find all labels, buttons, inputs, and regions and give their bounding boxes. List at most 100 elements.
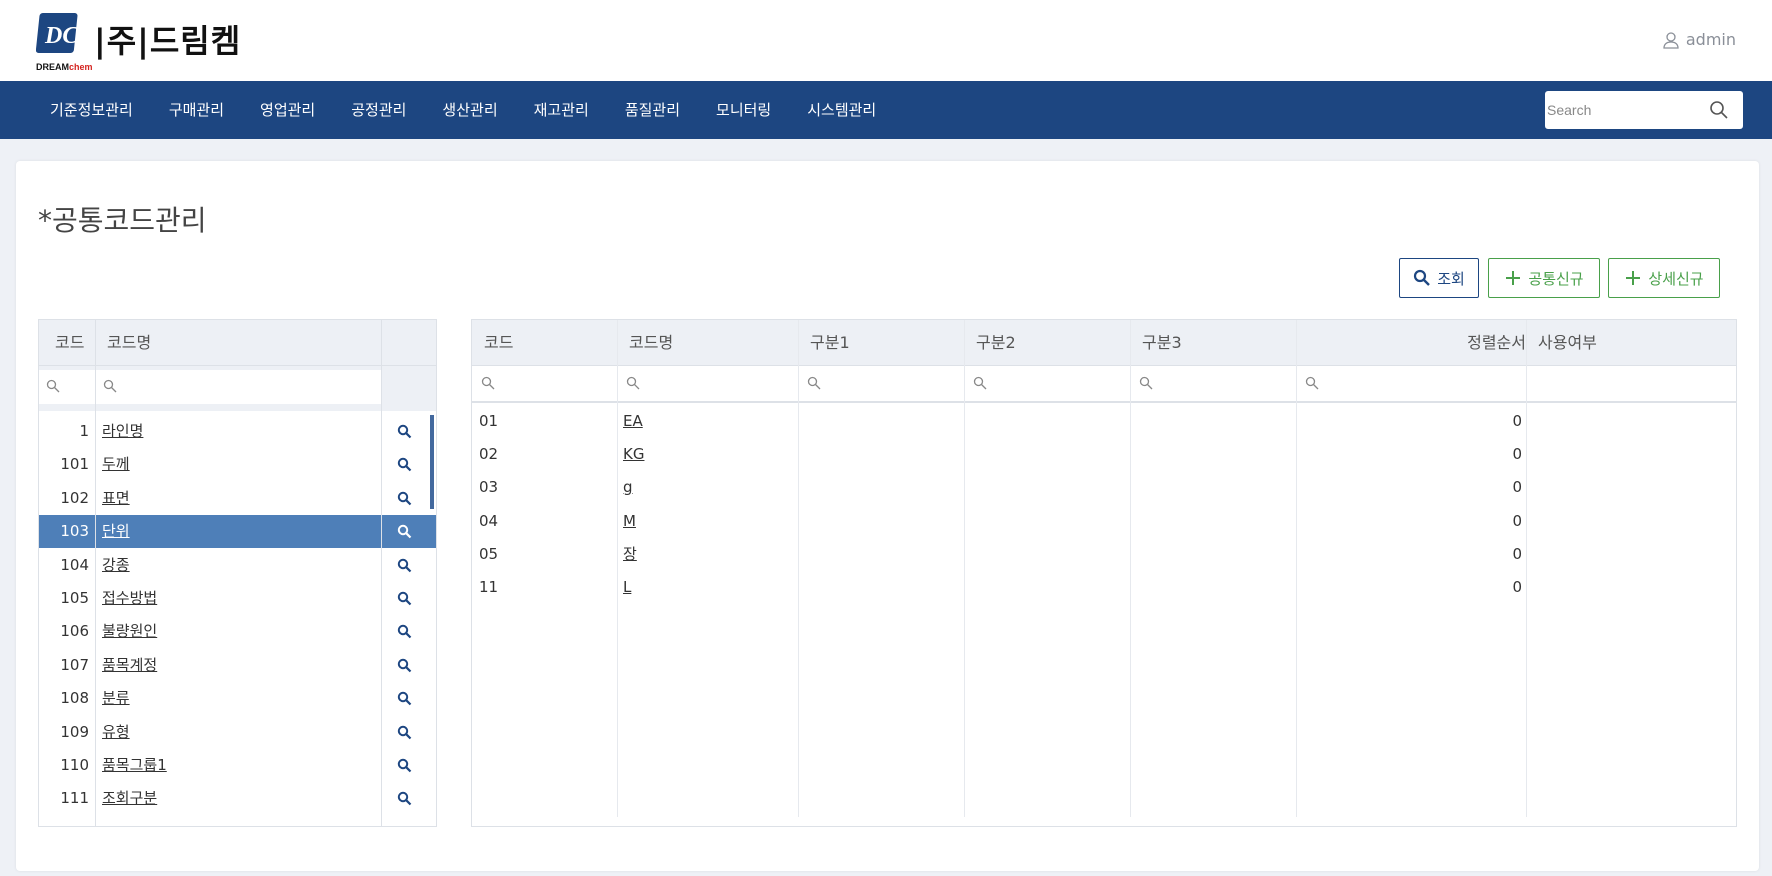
table-row[interactable]: 103 단위 xyxy=(39,515,436,549)
svg-text:DC: DC xyxy=(44,23,79,49)
row-name-link[interactable]: 표면 xyxy=(102,482,130,515)
row-name-link[interactable]: L xyxy=(623,571,631,604)
nav-item[interactable]: 기준정보관리 xyxy=(32,81,151,139)
row-name-link[interactable]: 장 xyxy=(623,538,637,571)
column-header-code[interactable]: 코드 xyxy=(55,320,84,366)
column-header-div1[interactable]: 구분1 xyxy=(810,320,850,366)
common-code-new-button[interactable]: 공통신규 xyxy=(1488,258,1600,298)
user-name: admin xyxy=(1685,30,1736,49)
table-row[interactable]: 110 품목그룹1 xyxy=(39,749,436,782)
row-sort-order: 0 xyxy=(1512,544,1522,563)
logo-subtext-chem: chem xyxy=(69,62,93,72)
row-search-icon[interactable] xyxy=(397,491,412,506)
filter-search-icon[interactable] xyxy=(1139,376,1153,390)
row-search-icon[interactable] xyxy=(397,558,412,573)
table-row[interactable]: 01 EA 0 xyxy=(472,405,1736,438)
plus-icon xyxy=(1626,271,1641,285)
plus-icon xyxy=(1506,271,1521,285)
nav-item[interactable]: 공정관리 xyxy=(333,81,424,139)
row-name-link[interactable]: 품목그룹1 xyxy=(102,749,167,782)
row-name-link[interactable]: 강종 xyxy=(102,549,130,582)
nav-item[interactable]: 영업관리 xyxy=(242,81,333,139)
nav-item[interactable]: 생산관리 xyxy=(424,81,515,139)
row-name-link[interactable]: KG xyxy=(623,438,644,471)
row-code: 107 xyxy=(60,655,89,674)
search-icon xyxy=(1414,269,1431,286)
row-name-link[interactable]: g xyxy=(623,471,633,504)
detail-code-new-button[interactable]: 상세신규 xyxy=(1608,258,1720,298)
search-input[interactable] xyxy=(1545,91,1705,129)
row-name-link[interactable]: 유형 xyxy=(102,716,130,749)
row-search-icon[interactable] xyxy=(397,624,412,639)
row-search-icon[interactable] xyxy=(397,725,412,740)
table-row[interactable]: 104 강종 xyxy=(39,549,436,582)
search-button[interactable]: 조회 xyxy=(1399,258,1479,298)
row-name-link[interactable]: 불량원인 xyxy=(102,615,157,648)
filter-code-input[interactable] xyxy=(39,370,95,404)
nav-item[interactable]: 모니터링 xyxy=(698,81,789,139)
row-sort-order: 0 xyxy=(1512,478,1522,497)
column-header-use[interactable]: 사용여부 xyxy=(1538,320,1597,366)
table-row[interactable]: 105 접수방법 xyxy=(39,582,436,615)
row-name-link[interactable]: 단위 xyxy=(102,515,130,548)
row-code: 104 xyxy=(60,555,89,574)
column-divider xyxy=(1130,320,1131,817)
row-search-icon[interactable] xyxy=(397,758,412,773)
row-search-icon[interactable] xyxy=(397,691,412,706)
nav-item[interactable]: 시스템관리 xyxy=(789,81,894,139)
row-name-link[interactable]: 라인명 xyxy=(102,415,143,448)
table-row[interactable]: 1 라인명 xyxy=(39,415,436,448)
row-name-link[interactable]: 접수방법 xyxy=(102,582,157,615)
row-search-icon[interactable] xyxy=(397,791,412,806)
row-search-icon[interactable] xyxy=(397,457,412,472)
table-row[interactable]: 111 조회구분 xyxy=(39,782,436,815)
row-name-link[interactable]: 두께 xyxy=(102,448,130,481)
row-name-link[interactable]: 분류 xyxy=(102,682,130,715)
table-row[interactable]: 102 표면 xyxy=(39,482,436,515)
company-logo[interactable]: DC |주|드림켐 DREAMchem xyxy=(36,10,240,74)
row-code: 103 xyxy=(60,522,89,541)
row-search-icon[interactable] xyxy=(397,524,412,539)
column-header-sort[interactable]: 정렬순서 xyxy=(1308,320,1526,366)
nav-item[interactable]: 재고관리 xyxy=(516,81,607,139)
filter-search-icon[interactable] xyxy=(481,376,495,390)
row-code: 108 xyxy=(60,689,89,708)
table-row[interactable]: 02 KG 0 xyxy=(472,438,1736,471)
row-search-icon[interactable] xyxy=(397,658,412,673)
filter-search-icon[interactable] xyxy=(626,376,640,390)
user-menu[interactable]: admin xyxy=(1662,30,1736,49)
row-name-link[interactable]: EA xyxy=(623,405,643,438)
filter-search-icon xyxy=(46,379,60,393)
grid-scrollbar[interactable] xyxy=(430,415,434,509)
table-row[interactable]: 108 분류 xyxy=(39,682,436,715)
search-icon[interactable] xyxy=(1709,100,1729,120)
column-header-name[interactable]: 코드명 xyxy=(107,320,151,366)
table-row[interactable]: 101 두께 xyxy=(39,448,436,481)
filter-search-icon[interactable] xyxy=(1305,376,1319,390)
row-sort-order: 0 xyxy=(1512,412,1522,430)
table-row[interactable]: 107 품목계정 xyxy=(39,649,436,682)
row-search-icon[interactable] xyxy=(397,424,412,439)
column-header-name[interactable]: 코드명 xyxy=(629,320,673,366)
column-header-div3[interactable]: 구분3 xyxy=(1142,320,1182,366)
row-name-link[interactable]: M xyxy=(623,505,636,538)
table-row[interactable]: 04 M 0 xyxy=(472,505,1736,538)
row-name-link[interactable]: 조회구분 xyxy=(102,782,157,815)
filter-name-input[interactable] xyxy=(96,370,381,404)
filter-search-icon[interactable] xyxy=(973,376,987,390)
table-row[interactable]: 106 불량원인 xyxy=(39,615,436,648)
column-header-div2[interactable]: 구분2 xyxy=(976,320,1016,366)
nav-item[interactable]: 품질관리 xyxy=(607,81,698,139)
table-row[interactable]: 11 L 0 xyxy=(472,571,1736,604)
filter-search-icon[interactable] xyxy=(807,376,821,390)
row-name-link[interactable]: 품목계정 xyxy=(102,649,157,682)
row-code: 102 xyxy=(60,488,89,507)
table-row[interactable]: 05 장 0 xyxy=(472,538,1736,571)
row-search-icon[interactable] xyxy=(397,591,412,606)
table-row[interactable]: 03 g 0 xyxy=(472,471,1736,504)
nav-item[interactable]: 구매관리 xyxy=(151,81,242,139)
row-code: 106 xyxy=(60,622,89,641)
row-code: 05 xyxy=(479,544,499,563)
table-row[interactable]: 109 유형 xyxy=(39,716,436,749)
column-header-code[interactable]: 코드 xyxy=(484,320,513,366)
